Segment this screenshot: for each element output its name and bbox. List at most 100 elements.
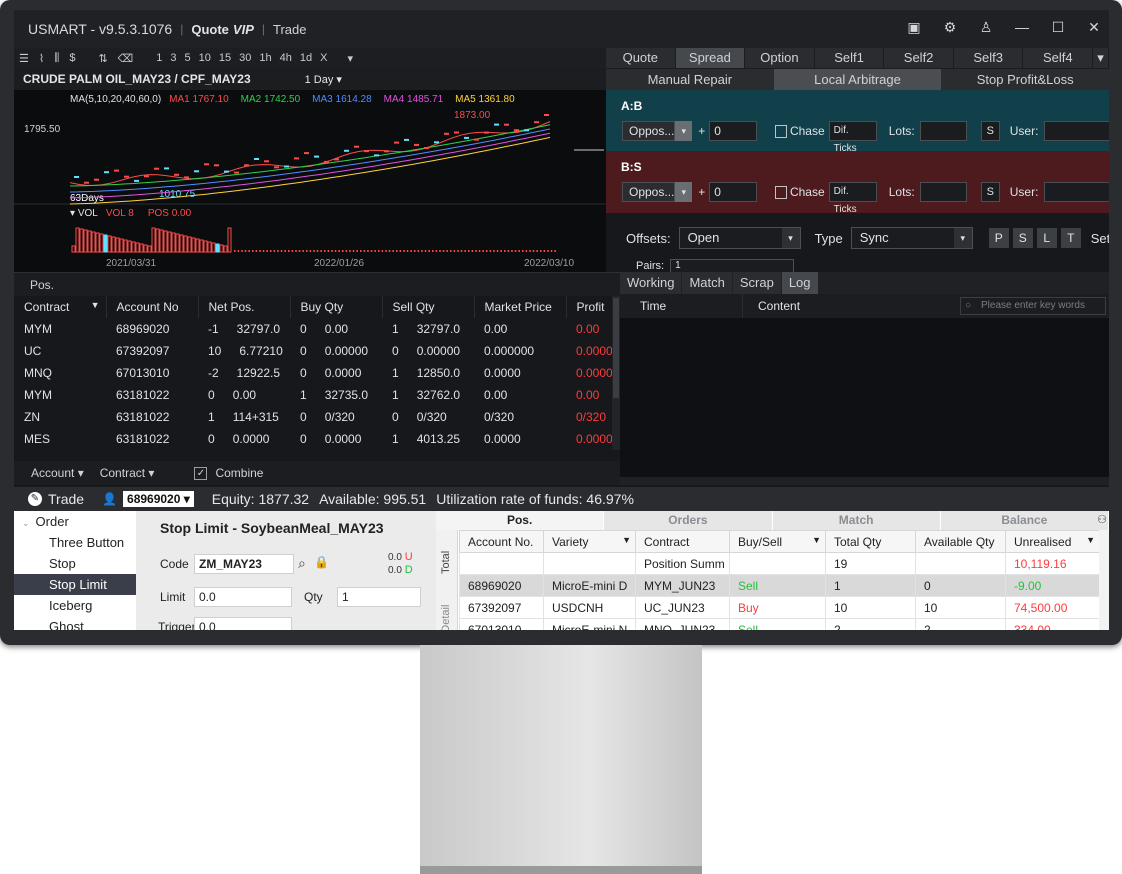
minimize-icon[interactable]: — (1013, 18, 1031, 36)
order-type-3[interactable]: Iceberg (14, 595, 136, 616)
table-row[interactable]: 67013010 MicroE-mini N MNQ_JUN23 Sell 2 2 334.… (459, 618, 1100, 630)
list-icon[interactable]: ☰ (19, 52, 29, 65)
side-tab-total[interactable]: Total (440, 551, 452, 574)
table-row[interactable]: 67392097 USDCNH UC_JUN23 Buy 10 10 74,500.00 (459, 596, 1100, 619)
summary-row[interactable]: Position Summ 19 10,119.16 (459, 552, 1100, 575)
summary-tab-1[interactable]: Orders (604, 511, 773, 530)
lock-icon[interactable]: 🔒 (314, 555, 329, 569)
trigger-input[interactable]: 0.0 (194, 617, 292, 630)
period-button-7[interactable]: 4h (280, 52, 292, 64)
line-chart-icon[interactable]: ⌇ (39, 52, 44, 65)
summary-tab-2[interactable]: Match (773, 511, 941, 530)
summary-col-0[interactable]: Account No. (459, 530, 544, 553)
positions-scrollbar[interactable] (612, 296, 620, 450)
chevron-down-icon[interactable]: ▾ (1093, 48, 1109, 68)
table-row[interactable]: ZN 63181022 1 114+315 0 0/320 0 0/320 0/320 0/320 (14, 406, 614, 428)
log-tab-log[interactable]: Log (781, 272, 818, 294)
period-button-6[interactable]: 1h (259, 52, 271, 64)
quote-menu[interactable]: Quote (191, 22, 229, 37)
leg-bs-user-input[interactable] (1044, 182, 1109, 202)
leg-ab-lots-input[interactable] (919, 121, 967, 141)
col-header-2[interactable]: Net Pos. (198, 296, 291, 318)
subtab-1[interactable]: Local Arbitrage (773, 69, 942, 90)
combine-checkbox[interactable]: ✓ Combine (194, 466, 263, 480)
tab-self2[interactable]: Self2 (884, 48, 954, 68)
leg-ab-direction-select[interactable]: Oppos... (622, 121, 676, 141)
tab-spread[interactable]: Spread (675, 48, 746, 68)
subtab-0[interactable]: Manual Repair (606, 69, 774, 90)
leg-ab-offset-input[interactable]: 0 (709, 121, 757, 141)
leg-bs-s-button[interactable]: S (980, 182, 1000, 202)
code-input[interactable]: ZM_MAY23 (194, 554, 294, 574)
users-icon[interactable]: ⚇ (1095, 511, 1109, 530)
col-header-5[interactable]: Market Price (474, 296, 567, 318)
table-row[interactable]: MNQ 67013010 -2 12922.5 0 0.0000 1 12850.0 0.000… (14, 362, 614, 384)
leg-bs-offset-input[interactable]: 0 (709, 182, 757, 202)
chevron-down-icon[interactable]: ▾ (675, 182, 693, 202)
layout-icon[interactable]: ▣ (905, 18, 923, 36)
offsets-select[interactable]: Open ▾ (678, 227, 801, 249)
eraser-icon[interactable]: ⌫ (118, 52, 134, 65)
summary-col-5[interactable]: Available Qty (915, 530, 1006, 553)
log-scrollbar[interactable] (620, 477, 1109, 485)
tab-self1[interactable]: Self1 (815, 48, 885, 68)
account-filter[interactable]: Account ▾ (31, 466, 84, 480)
tab-option[interactable]: Option (745, 48, 815, 68)
leg-bs-direction-select[interactable]: Oppos... (622, 182, 676, 202)
maximize-icon[interactable]: ☐ (1049, 18, 1067, 36)
tab-self4[interactable]: Self4 (1023, 48, 1094, 68)
log-tab-scrap[interactable]: Scrap (732, 272, 781, 294)
table-row[interactable]: UC 67392097 10 6.77210 0 0.00000 0 0.00000 0.000… (14, 340, 614, 362)
sort-icon[interactable]: ⇅ (98, 52, 107, 65)
leg-bs-lots-input[interactable] (919, 182, 967, 202)
table-row[interactable]: MES 63181022 0 0.0000 0 0.0000 1 4013.25 0.0000 0… (14, 428, 614, 450)
leg-ab-user-input[interactable] (1044, 121, 1109, 141)
search-icon[interactable]: ⌕ (298, 555, 306, 572)
option-button-s[interactable]: S (1012, 228, 1033, 248)
summary-tab-3[interactable]: Balance (941, 511, 1109, 530)
col-header-6[interactable]: Profit (566, 296, 615, 318)
limit-input[interactable]: 0.0 (194, 587, 292, 607)
option-button-l[interactable]: L (1036, 228, 1057, 248)
summary-col-3[interactable]: Buy/Sell ▼ (729, 530, 826, 553)
order-type-4[interactable]: Ghost (14, 616, 136, 630)
settings-icon[interactable]: ⚙ (941, 18, 959, 36)
order-type-1[interactable]: Stop (14, 553, 136, 574)
table-row[interactable]: 68969020 MicroE-mini D MYM_JUN23 Sell 1 0 -9.0… (459, 574, 1100, 597)
tab-quote[interactable]: Quote (606, 48, 676, 68)
summary-scrollbar[interactable] (1099, 530, 1109, 630)
pairs-input[interactable]: 1 (670, 259, 795, 273)
type-select[interactable]: Sync ▾ (850, 227, 973, 249)
option-button-p[interactable]: P (988, 228, 1009, 248)
summary-col-6[interactable]: Unrealised ▼ (1005, 530, 1100, 553)
side-tab-detail[interactable]: nd Detail (440, 605, 452, 630)
log-tab-match[interactable]: Match (682, 272, 732, 294)
qty-input[interactable]: 1 (337, 587, 421, 607)
period-button-3[interactable]: 10 (199, 52, 211, 64)
summary-col-2[interactable]: Contract (635, 530, 730, 553)
subtab-2[interactable]: Stop Profit&Loss (941, 69, 1109, 90)
order-type-0[interactable]: Three Button (14, 532, 136, 553)
period-button-2[interactable]: 5 (184, 52, 190, 64)
col-header-4[interactable]: Sell Qty (382, 296, 475, 318)
order-type-2[interactable]: Stop Limit (14, 574, 136, 595)
account-select[interactable]: 68969020 ▾ (123, 491, 194, 507)
leg-ab-dif-ticks-button[interactable]: Dif. Ticks (828, 121, 877, 154)
set-button[interactable]: Set (1091, 231, 1109, 246)
theme-shirt-icon[interactable]: ♙ (977, 18, 995, 36)
log-search-input[interactable]: ○ Please enter key words (960, 297, 1106, 315)
order-tree-root[interactable]: ⌄ Order (14, 511, 136, 532)
leg-bs-dif-ticks-button[interactable]: Dif. Ticks (828, 182, 877, 215)
option-button-t[interactable]: T (1060, 228, 1081, 248)
col-header-3[interactable]: Buy Qty (290, 296, 383, 318)
leg-bs-chase-checkbox[interactable] (774, 185, 787, 199)
period-button-5[interactable]: 30 (239, 52, 251, 64)
summary-col-4[interactable]: Total Qty (825, 530, 916, 553)
candle-icon[interactable]: ⫼ (54, 52, 59, 65)
tab-self3[interactable]: Self3 (954, 48, 1024, 68)
dollar-icon[interactable]: $ (69, 52, 75, 64)
log-tab-working[interactable]: Working (620, 272, 682, 294)
table-row[interactable]: MYM 68969020 -1 32797.0 0 0.00 1 32797.0 0.00 0.0… (14, 318, 614, 340)
chart-period-select[interactable]: 1 Day ▾ (305, 73, 342, 86)
col-header-1[interactable]: Account No (106, 296, 199, 318)
